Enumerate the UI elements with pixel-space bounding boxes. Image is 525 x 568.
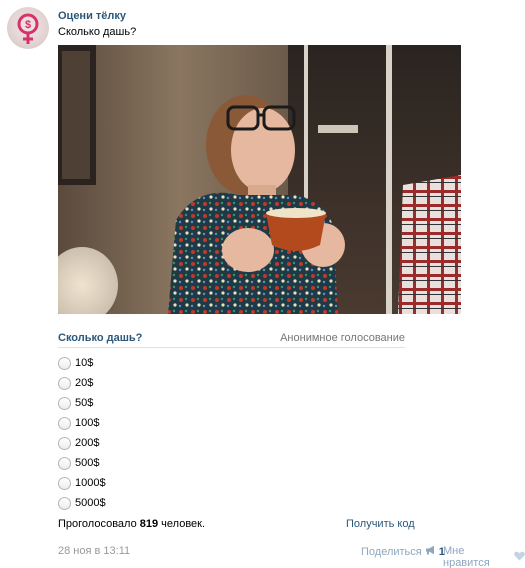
radio-button[interactable] [58, 356, 71, 370]
megaphone-icon [425, 545, 437, 558]
radio-button[interactable] [58, 496, 71, 510]
radio-button[interactable] [58, 436, 71, 450]
share-button[interactable]: Поделиться 1 [361, 545, 445, 558]
community-name-link[interactable]: Оцени тёлку [58, 10, 126, 22]
post-date-link[interactable]: 28 ноя в 13:11 [58, 545, 130, 557]
votes-count: 819 [139, 518, 159, 530]
poll-option[interactable]: 1000$ [58, 476, 106, 490]
female-sign-icon: $ [17, 13, 39, 44]
poll-option[interactable]: 200$ [58, 436, 99, 450]
poll-option[interactable]: 500$ [58, 456, 99, 470]
poll-option-label: 50$ [75, 397, 94, 409]
votes-suffix: человек. [161, 518, 206, 530]
get-code-link[interactable]: Получить код [346, 518, 415, 530]
like-button[interactable]: Мне нравится [443, 545, 525, 568]
svg-text:$: $ [25, 19, 31, 31]
radio-button[interactable] [58, 476, 71, 490]
radio-button[interactable] [58, 396, 71, 410]
poll-option[interactable]: 50$ [58, 396, 93, 410]
poll-option[interactable]: 10$ [58, 356, 93, 370]
poll-option-label: 5000$ [75, 497, 106, 509]
radio-button[interactable] [58, 376, 71, 390]
photo-illustration [58, 45, 461, 314]
community-avatar[interactable]: $ [7, 7, 49, 49]
poll-option[interactable]: 5000$ [58, 496, 106, 510]
poll-option[interactable]: 20$ [58, 376, 93, 390]
share-label: Поделиться [361, 545, 422, 558]
radio-button[interactable] [58, 416, 71, 430]
poll-option-label: 20$ [75, 377, 94, 389]
poll-option-label: 200$ [75, 437, 100, 449]
poll-question: Сколько дашь? [58, 332, 143, 344]
poll-header: Сколько дашь? Анонимное голосование [58, 332, 405, 348]
post-text: Сколько дашь? [58, 26, 137, 38]
like-label: Мне нравится [443, 545, 490, 568]
radio-button[interactable] [58, 456, 71, 470]
heart-icon [514, 551, 525, 564]
poll-option[interactable]: 100$ [58, 416, 99, 430]
poll-type-label: Анонимное голосование [280, 332, 405, 344]
poll-option-label: 10$ [75, 357, 94, 369]
post-photo[interactable] [58, 45, 461, 314]
poll-votes-summary: Проголосовало 819 человек. [58, 518, 205, 530]
poll-option-label: 500$ [75, 457, 100, 469]
votes-prefix: Проголосовало [58, 518, 137, 530]
poll-option-label: 1000$ [75, 477, 106, 489]
poll-option-label: 100$ [75, 417, 100, 429]
